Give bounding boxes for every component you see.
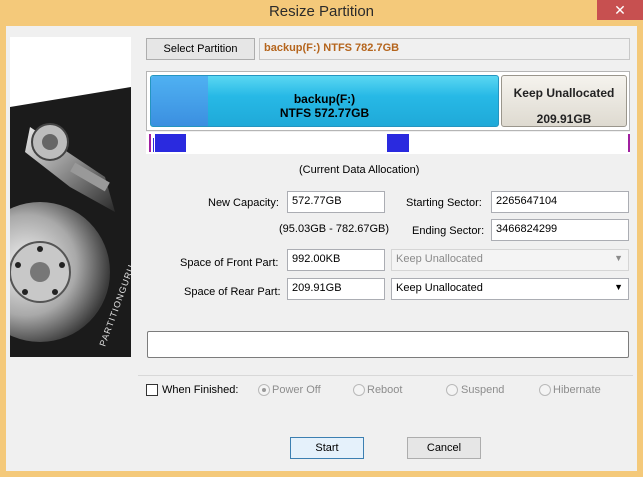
radio-hibernate[interactable]: [539, 384, 551, 396]
start-button[interactable]: Start: [290, 437, 364, 459]
used-segment[interactable]: backup(F:) NTFS 572.77GB: [150, 75, 499, 127]
cancel-button[interactable]: Cancel: [407, 437, 481, 459]
unallocated-segment[interactable]: Keep Unallocated 209.91GB: [501, 75, 627, 127]
rear-space-select[interactable]: Keep Unallocated ▼: [391, 278, 629, 300]
chevron-down-icon: ▼: [614, 282, 623, 292]
divider: [138, 375, 633, 376]
starting-sector-label: Starting Sector:: [406, 197, 482, 209]
ending-sector-input[interactable]: 3466824299: [491, 219, 629, 241]
front-space-select[interactable]: Keep Unallocated ▼: [391, 249, 629, 271]
radio-reboot[interactable]: [353, 384, 365, 396]
ending-sector-label: Ending Sector:: [412, 225, 485, 237]
radio-power-off[interactable]: [258, 384, 270, 396]
resize-partition-window: Resize Partition ✕ PARTITIONGURU Select …: [0, 0, 643, 477]
front-space-label: Space of Front Part:: [180, 257, 279, 269]
starting-sector-input[interactable]: 2265647104: [491, 191, 629, 213]
front-space-option: Keep Unallocated: [396, 253, 483, 265]
capacity-range: (95.03GB - 782.67GB): [279, 223, 390, 235]
suspend-label: Suspend: [461, 384, 505, 396]
rear-space-label: Space of Rear Part:: [184, 286, 281, 298]
unallocated-segment-size: 209.91GB: [536, 112, 592, 126]
power-off-label: Power Off: [272, 384, 321, 396]
used-segment-desc: NTFS 572.77GB: [279, 106, 370, 120]
radio-suspend[interactable]: [446, 384, 458, 396]
close-button[interactable]: ✕: [597, 0, 643, 20]
new-capacity-input[interactable]: 572.77GB: [287, 191, 385, 213]
data-allocation-map: [146, 132, 630, 154]
rear-space-option: Keep Unallocated: [396, 282, 483, 294]
new-capacity-label: New Capacity:: [208, 197, 279, 209]
allocation-caption: (Current Data Allocation): [299, 164, 420, 176]
progress-bar: [147, 331, 629, 358]
rear-space-input[interactable]: 209.91GB: [287, 278, 385, 300]
chevron-down-icon: ▼: [614, 253, 623, 263]
used-segment-name: backup(F:): [293, 92, 356, 106]
when-finished-label: When Finished:: [162, 384, 239, 396]
hibernate-label: Hibernate: [553, 384, 601, 396]
front-space-input[interactable]: 992.00KB: [287, 249, 385, 271]
partition-name-display: backup(F:) NTFS 782.7GB: [259, 38, 630, 60]
when-finished-checkbox[interactable]: [146, 384, 158, 396]
close-icon: ✕: [614, 2, 626, 18]
title-bar[interactable]: Resize Partition ✕: [0, 0, 643, 26]
window-title: Resize Partition: [268, 3, 375, 20]
unallocated-segment-name: Keep Unallocated: [513, 86, 615, 100]
hard-drive-illustration: PARTITIONGURU: [10, 37, 131, 357]
hard-drive-icon: PARTITIONGURU: [10, 37, 131, 357]
select-partition-button[interactable]: Select Partition: [146, 38, 255, 60]
partition-bar[interactable]: backup(F:) NTFS 572.77GB Keep Unallocate…: [146, 71, 630, 131]
reboot-label: Reboot: [367, 384, 403, 396]
